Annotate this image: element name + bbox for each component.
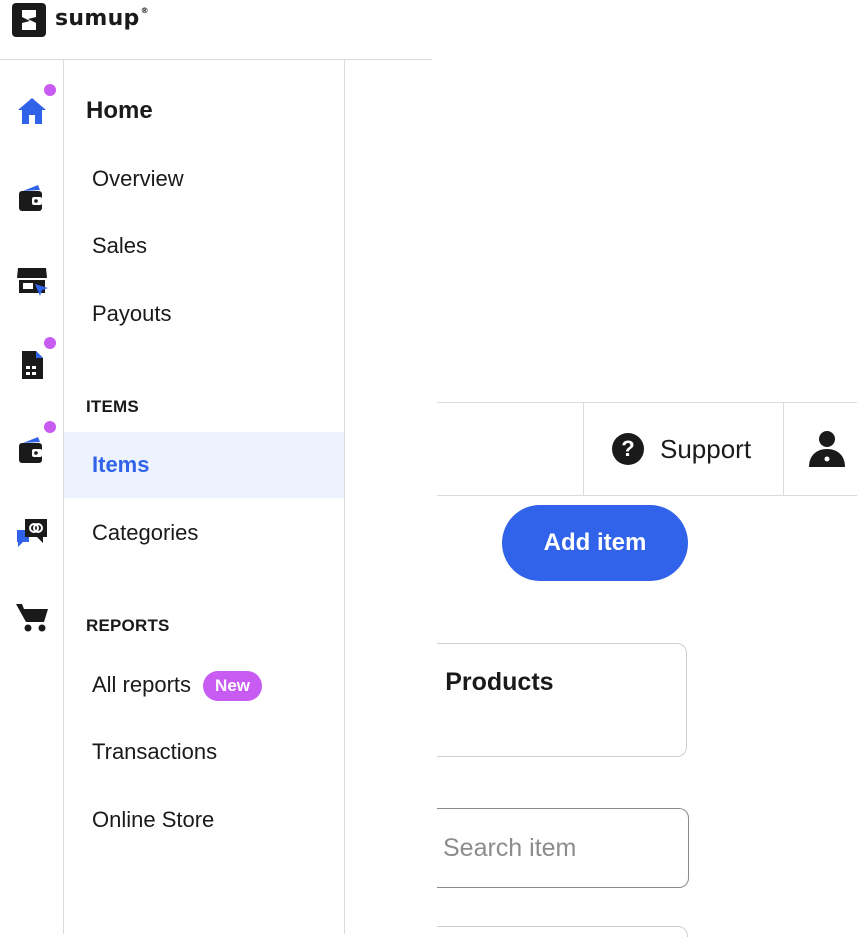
rail-wallet-button[interactable] xyxy=(0,172,63,222)
nav-item-transactions[interactable]: Transactions xyxy=(64,719,344,785)
nav-item-label: All reports xyxy=(92,672,192,697)
products-card[interactable]: g Products xyxy=(437,643,687,757)
wallet-icon xyxy=(18,185,42,211)
divider xyxy=(583,403,584,495)
notification-dot xyxy=(44,337,56,349)
section-heading-reports: REPORTS xyxy=(86,616,170,635)
storefront-icon xyxy=(16,268,48,296)
support-label: Support xyxy=(660,433,752,464)
divider xyxy=(783,403,784,495)
support-button[interactable]: ? Support xyxy=(612,403,751,495)
rail-cart-button[interactable] xyxy=(0,592,63,642)
brand-name: sumup® xyxy=(55,6,149,31)
rail-chat-button[interactable] xyxy=(0,508,63,558)
notification-dot xyxy=(44,421,56,433)
new-badge: New xyxy=(203,671,263,702)
nav-item-all-reports[interactable]: All reports New xyxy=(64,652,344,718)
wallet-icon xyxy=(18,437,42,463)
side-nav: Home Overview Sales Payouts ITEMS Items … xyxy=(64,60,345,934)
sumup-logo-icon[interactable] xyxy=(12,3,46,37)
section-heading-items: ITEMS xyxy=(86,397,139,416)
icon-rail xyxy=(0,60,64,934)
nav-title: Home xyxy=(86,97,153,124)
nav-item-online-store[interactable]: Online Store xyxy=(64,787,344,853)
card-title: g Products xyxy=(437,668,554,696)
notification-dot xyxy=(44,84,56,96)
account-button[interactable] xyxy=(807,429,847,474)
user-icon xyxy=(809,431,845,467)
add-item-button[interactable]: Add item xyxy=(502,505,688,581)
home-icon xyxy=(17,98,46,124)
top-bar: sumup® xyxy=(0,0,432,60)
nav-item-sales[interactable]: Sales xyxy=(64,213,344,279)
nav-item-payouts[interactable]: Payouts xyxy=(64,281,344,347)
nav-item-overview[interactable]: Overview xyxy=(64,146,344,212)
document-icon xyxy=(21,351,43,379)
help-icon: ? xyxy=(612,433,644,465)
nav-item-categories[interactable]: Categories xyxy=(64,500,344,566)
nav-item-items[interactable]: Items xyxy=(64,432,344,498)
cart-icon xyxy=(15,604,48,632)
chat-link-icon xyxy=(16,519,47,547)
search-input[interactable] xyxy=(437,808,689,888)
list-container xyxy=(437,926,688,937)
rail-store-button[interactable] xyxy=(0,256,63,306)
main-header: ? Support xyxy=(437,402,857,496)
